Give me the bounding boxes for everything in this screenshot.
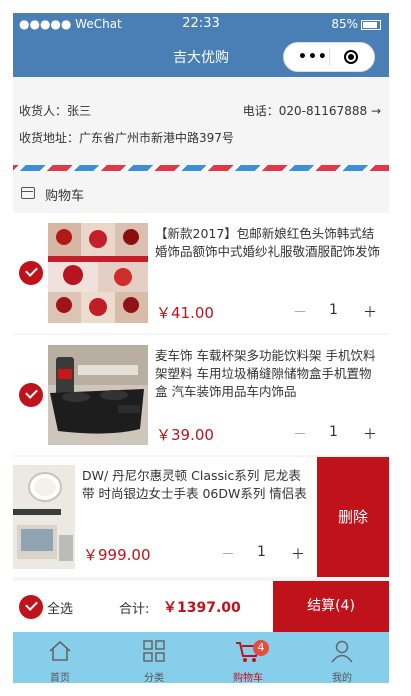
address-card[interactable]: 收货人：张三 电话：020-81167888 → 收货地址：广东省广州市新港中路…: [13, 77, 389, 173]
battery-level: 85%: [331, 17, 358, 31]
phone-frame: ●●●●● WeChat 22:33 85% 吉大优购 ••• 收货人：张三 电…: [13, 13, 389, 683]
receiver-phone: 电话：020-81167888 →: [243, 102, 381, 119]
headpiece-photo: [48, 223, 148, 323]
product-price: ￥39.00: [156, 426, 214, 444]
tab-home[interactable]: 首页: [13, 632, 107, 683]
navigation-bar: 吉大优购 •••: [13, 35, 389, 77]
cart-badge: 4: [253, 640, 269, 656]
airmail-stripe: [13, 165, 389, 171]
increase-button[interactable]: ＋: [291, 544, 305, 564]
battery-icon: [361, 19, 381, 30]
select-all-label[interactable]: 全选: [47, 598, 73, 617]
product-image[interactable]: [48, 345, 148, 445]
receiver-name: 收货人：张三: [19, 104, 92, 118]
checkout-button[interactable]: 结算(4): [273, 581, 389, 632]
arrow-right-icon: →: [370, 104, 381, 118]
tab-label: 我的: [332, 673, 352, 683]
product-name[interactable]: 麦车饰 车载杯架多功能饮料架 手机饮料架塑料 车用垃圾桶缝隙储物盒手机置物盒 汽…: [155, 347, 383, 401]
increase-button[interactable]: ＋: [363, 302, 377, 322]
cart-item-swiped[interactable]: DW/ 丹尼尔惠灵顿 Classic系列 尼龙表带 时尚银边女士手表 06DW系…: [13, 457, 389, 577]
item-checkbox[interactable]: [19, 261, 43, 285]
cart-item[interactable]: 麦车饰 车载杯架多功能饮料架 手机饮料架塑料 车用垃圾桶缝隙储物盒手机置物盒 汽…: [13, 335, 389, 455]
quantity-value: 1: [329, 302, 338, 318]
decrease-button[interactable]: －: [293, 302, 307, 322]
cart-header: 购物车: [13, 179, 389, 209]
product-image[interactable]: [48, 223, 148, 323]
phone-text: 电话：020-81167888: [242, 104, 368, 118]
increase-button[interactable]: ＋: [363, 424, 377, 444]
product-name[interactable]: DW/ 丹尼尔惠灵顿 Classic系列 尼龙表带 时尚银边女士手表 06DW系…: [82, 467, 310, 503]
status-bar: ●●●●● WeChat 22:33 85%: [13, 13, 389, 35]
total-label: 合计:: [119, 602, 150, 617]
product-price: ￥41.00: [156, 304, 214, 322]
user-icon: [331, 640, 353, 663]
home-icon: [49, 640, 71, 661]
shipping-address: 收货地址：广东省广州市新港中路397号: [19, 131, 234, 145]
tab-label: 购物车: [233, 673, 263, 683]
shop-icon: [21, 187, 35, 199]
decrease-button[interactable]: －: [221, 544, 235, 564]
tab-bar: 首页 分类 4 购物车 我的: [13, 632, 389, 683]
checkout-bar: 全选 合计: ￥1397.00 结算(4): [13, 581, 389, 632]
watch-photo: [13, 465, 75, 569]
cart-item[interactable]: 【新款2017】包邮新娘红色头饰韩式结婚饰品额饰中式婚纱礼服敬酒服配饰发饰 ￥4…: [13, 213, 389, 333]
product-image[interactable]: [13, 465, 75, 569]
item-checkbox[interactable]: [19, 383, 43, 407]
close-mini-program-icon[interactable]: [344, 50, 358, 64]
tab-label: 首页: [50, 673, 70, 683]
tab-category[interactable]: 分类: [107, 632, 201, 683]
product-price: ￥999.00: [83, 546, 151, 564]
quantity-value: 1: [329, 424, 338, 440]
tab-label: 分类: [144, 673, 164, 683]
quantity-stepper: － 1 ＋: [293, 302, 383, 322]
battery-indicator: 85%: [331, 17, 381, 31]
delete-button[interactable]: 删除: [317, 457, 389, 577]
category-icon: [143, 640, 165, 662]
product-name[interactable]: 【新款2017】包邮新娘红色头饰韩式结婚饰品额饰中式婚纱礼服敬酒服配饰发饰: [155, 225, 383, 261]
tab-profile[interactable]: 我的: [295, 632, 389, 683]
more-icon[interactable]: •••: [298, 50, 328, 64]
total-amount: ￥1397.00: [163, 600, 241, 616]
cart-title: 购物车: [45, 189, 85, 204]
mini-program-capsule: •••: [283, 42, 375, 72]
tab-cart[interactable]: 4 购物车: [201, 632, 295, 683]
quantity-value: 1: [257, 544, 266, 560]
quantity-stepper: － 1 ＋: [221, 544, 311, 564]
capsule-divider: [329, 49, 330, 66]
select-all-checkbox[interactable]: [19, 595, 43, 619]
decrease-button[interactable]: －: [293, 424, 307, 444]
cup-holder-photo: [48, 345, 148, 445]
quantity-stepper: － 1 ＋: [293, 424, 383, 444]
